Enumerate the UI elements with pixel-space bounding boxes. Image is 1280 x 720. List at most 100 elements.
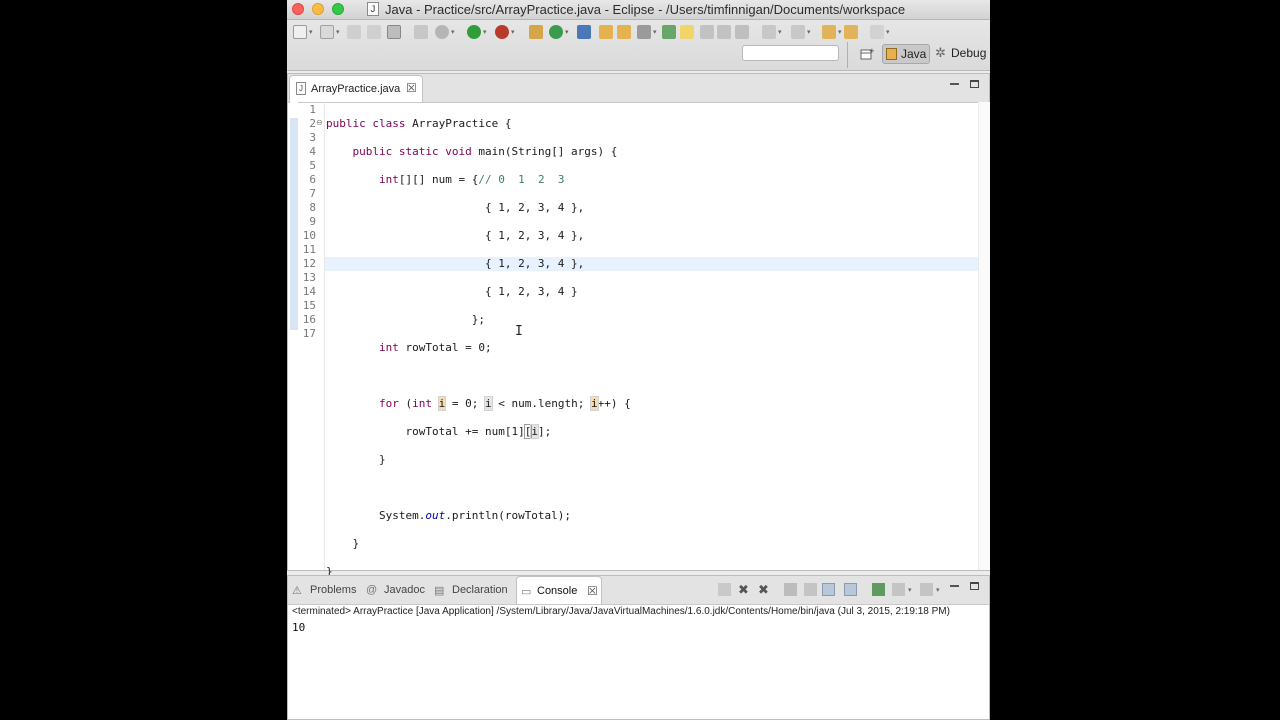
toggle-mark-icon[interactable] [662,25,676,39]
prev-annotation-dropdown-icon[interactable]: ▾ [807,29,812,36]
block-selection-icon[interactable] [717,25,731,39]
console-output[interactable]: 10 [292,621,305,634]
open-folder-icon[interactable] [599,25,613,39]
new-project-icon[interactable] [320,25,334,39]
close-icon[interactable]: ☒ [406,81,417,95]
show-on-stderr-icon[interactable] [844,583,857,596]
code-line: public class ArrayPractice { [326,117,631,131]
code-text: main(String[] args) { [471,145,618,158]
window-title: Java - Practice/src/ArrayPractice.java -… [385,2,906,17]
search-dropdown-icon[interactable]: ▾ [653,29,658,36]
new-icon[interactable] [293,25,307,39]
forward-icon[interactable] [844,25,858,39]
code-line: for (int i = 0; i < num.length; i++) { [326,396,631,411]
skip-breakpoints-icon[interactable] [414,25,428,39]
code-comment: // 0 1 2 3 [478,173,565,186]
code-text: ]; [537,425,552,438]
run-dropdown-icon[interactable]: ▾ [483,29,488,36]
window-maximize-button[interactable] [332,3,344,15]
search-icon[interactable] [637,25,651,39]
close-icon[interactable]: ☒ [587,584,598,598]
save-all-icon[interactable] [367,25,381,39]
declaration-icon: ▤ [434,585,445,597]
editor-minimize-icon[interactable] [950,83,959,85]
code-text: num = { [425,173,479,186]
window-close-button[interactable] [292,3,304,15]
code-text: ++) { [597,397,631,410]
tab-declaration[interactable]: ▤ Declaration [434,576,514,604]
prev-annotation-icon[interactable] [791,25,805,39]
code-text: { 1, 2, 3, 4 }, [484,257,585,270]
bottom-panel: ⚠ Problems @ Javadoc ▤ Declaration ▭ Con… [287,575,990,720]
panel-maximize-icon[interactable] [970,582,979,590]
new-java-package-icon[interactable] [529,25,543,39]
open-task-icon[interactable] [617,25,631,39]
print-icon[interactable] [387,25,401,39]
new-dropdown-icon[interactable]: ▾ [309,29,314,36]
pin-icon[interactable] [735,25,749,39]
remove-launch-icon[interactable]: ✖ [738,583,751,596]
quick-access-input[interactable] [742,45,839,61]
code-text: < num.length; [491,397,591,410]
line-number-ruler: 1 2 3 4 5 6 7 8 9 10 11 12 13 14 15 16 1… [302,103,316,341]
keyword: public static void [352,145,472,158]
next-annotation-dropdown-icon[interactable]: ▾ [778,29,783,36]
tab-javadoc[interactable]: @ Javadoc [366,576,428,604]
open-perspective-icon[interactable]: + [860,47,875,61]
java-perspective-button[interactable]: Java [882,44,930,64]
remove-all-launches-icon[interactable]: ✖ [758,583,771,596]
java-file-icon: J [296,82,306,95]
save-icon[interactable] [347,25,361,39]
terminate-icon[interactable] [718,583,731,596]
pin-console-icon[interactable] [872,583,885,596]
new-project-dropdown-icon[interactable]: ▾ [336,29,341,36]
clear-console-icon[interactable] [784,583,797,596]
console-process-label: <terminated> ArrayPractice [Java Applica… [292,606,950,617]
editor-area: J ArrayPractice.java ☒ 1 2 3 4 5 6 7 8 9… [287,73,990,578]
tab-label: Console [537,585,578,597]
tab-console[interactable]: ▭ Console ☒ [516,576,602,604]
display-console-dropdown-icon[interactable]: ▾ [908,587,913,594]
open-type-icon[interactable] [577,25,591,39]
line-number: 10 [302,229,316,242]
svg-text:+: + [869,47,874,55]
open-console-icon[interactable] [920,583,933,596]
debug-perspective-button[interactable]: ✲ Debug [935,44,987,64]
forward-dropdown-icon[interactable]: ▾ [886,29,891,36]
window-minimize-button[interactable] [312,3,324,15]
java-perspective-label: Java [901,47,927,61]
code-text: { 1, 2, 3, 4 } [484,285,578,298]
editor-vertical-scrollbar[interactable] [978,102,990,570]
new-java-class-icon[interactable] [549,25,563,39]
open-console-dropdown-icon[interactable]: ▾ [936,587,941,594]
back-icon[interactable] [822,25,836,39]
code-text: ( [398,397,413,410]
editor-tab-arraypractice[interactable]: J ArrayPractice.java ☒ [289,75,423,102]
editor-maximize-icon[interactable] [970,80,979,88]
next-annotation-icon[interactable] [762,25,776,39]
show-on-stdout-icon[interactable] [822,583,835,596]
code-line: } [326,453,631,467]
editor-tab-label: ArrayPractice.java [311,83,401,95]
back-dropdown-icon[interactable]: ▾ [838,29,843,36]
run-icon[interactable] [467,25,481,39]
debug-icon[interactable] [435,25,449,39]
whitespace-icon[interactable] [700,25,714,39]
debug-dropdown-icon[interactable]: ▾ [451,29,456,36]
display-console-icon[interactable] [892,583,905,596]
run-external-dropdown-icon[interactable]: ▾ [511,29,516,36]
line-number: 15 [302,299,316,312]
j-file-icon: J [367,2,379,16]
run-external-icon[interactable] [495,25,509,39]
fold-collapse-icon[interactable]: ⊖ [316,118,323,127]
line-number: 1 [309,103,316,116]
panel-minimize-icon[interactable] [950,585,959,587]
new-class-dropdown-icon[interactable]: ▾ [565,29,570,36]
highlight-icon[interactable] [680,25,694,39]
code-editor-text[interactable]: public class ArrayPractice { public stat… [326,103,631,607]
tab-problems[interactable]: ⚠ Problems [292,576,362,604]
forward-disabled-icon[interactable] [870,25,884,39]
scroll-lock-icon[interactable] [804,583,817,596]
problems-icon: ⚠ [292,585,302,597]
